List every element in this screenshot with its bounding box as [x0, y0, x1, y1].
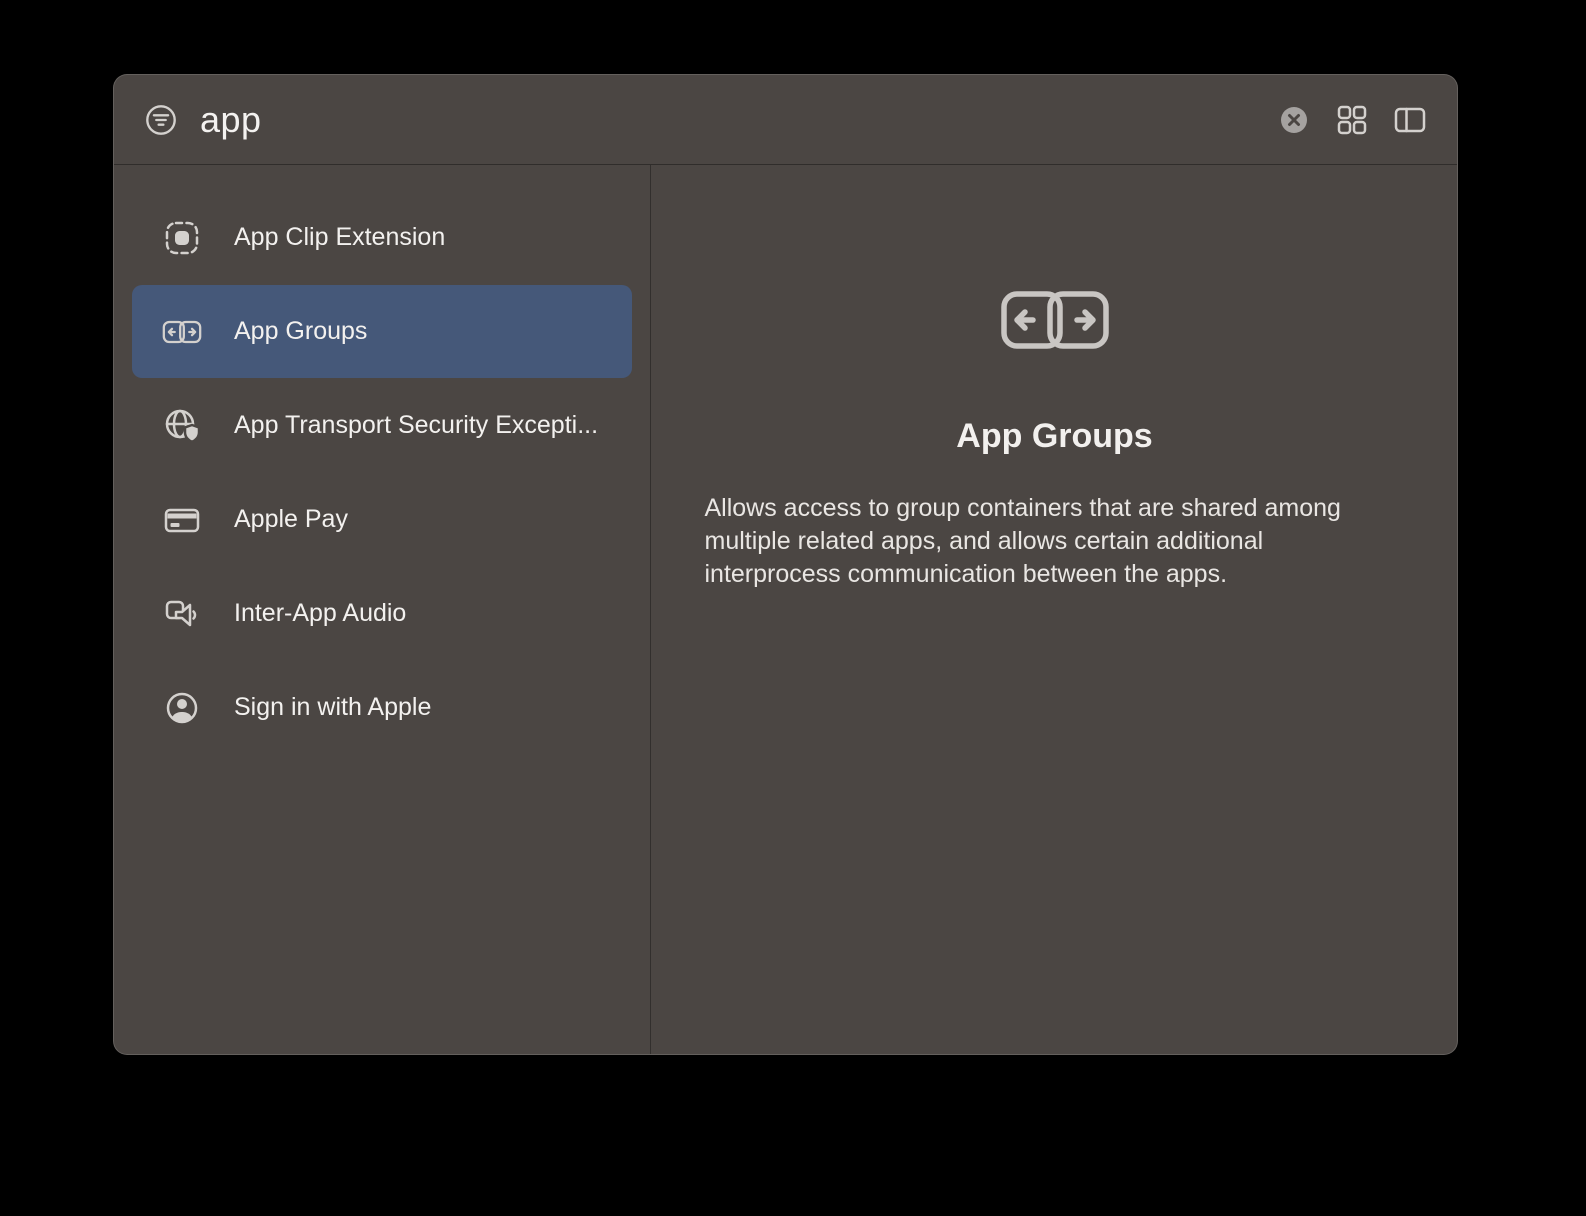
globe-shield-icon — [162, 406, 202, 446]
detail-description: Allows access to group containers that a… — [704, 494, 1341, 588]
list-item-app-transport-security[interactable]: App Transport Security Excepti... — [132, 379, 632, 472]
app-groups-large-icon — [999, 289, 1111, 351]
clear-search-icon[interactable] — [1277, 103, 1311, 137]
content-area: App Clip Extension App Groups App Transp… — [114, 165, 1457, 1054]
filter-icon[interactable] — [144, 103, 178, 137]
detail-pane: App Groups Allows access to group contai… — [652, 165, 1457, 1054]
search-bar[interactable]: app — [114, 75, 1457, 165]
detail-title: App Groups — [956, 417, 1153, 455]
list-item-label: Sign in with Apple — [234, 693, 432, 721]
grid-view-icon[interactable] — [1335, 103, 1369, 137]
list-item-inter-app-audio[interactable]: Inter-App Audio — [132, 567, 632, 660]
capability-list: App Clip Extension App Groups App Transp… — [114, 165, 651, 1054]
credit-card-icon — [162, 500, 202, 540]
list-item-apple-pay[interactable]: Apple Pay — [132, 473, 632, 566]
list-item-label: Inter-App Audio — [234, 599, 407, 627]
app-clip-icon — [162, 218, 202, 258]
app-groups-icon — [162, 312, 202, 352]
list-item-label: App Transport Security Excepti... — [234, 411, 599, 439]
list-item-app-groups[interactable]: App Groups — [132, 285, 632, 378]
list-item-app-clip-extension[interactable]: App Clip Extension — [132, 191, 632, 284]
sidebar-layout-icon[interactable] — [1393, 103, 1427, 137]
search-input[interactable]: app — [200, 99, 262, 141]
speaker-icon — [162, 594, 202, 634]
list-item-sign-in-with-apple[interactable]: Sign in with Apple — [132, 661, 632, 754]
list-item-label: Apple Pay — [234, 505, 348, 533]
person-circle-icon — [162, 688, 202, 728]
capability-library-window: app App Clip Extension App Groups App Tr… — [113, 74, 1458, 1055]
list-item-label: App Groups — [234, 317, 368, 345]
list-item-label: App Clip Extension — [234, 223, 446, 251]
